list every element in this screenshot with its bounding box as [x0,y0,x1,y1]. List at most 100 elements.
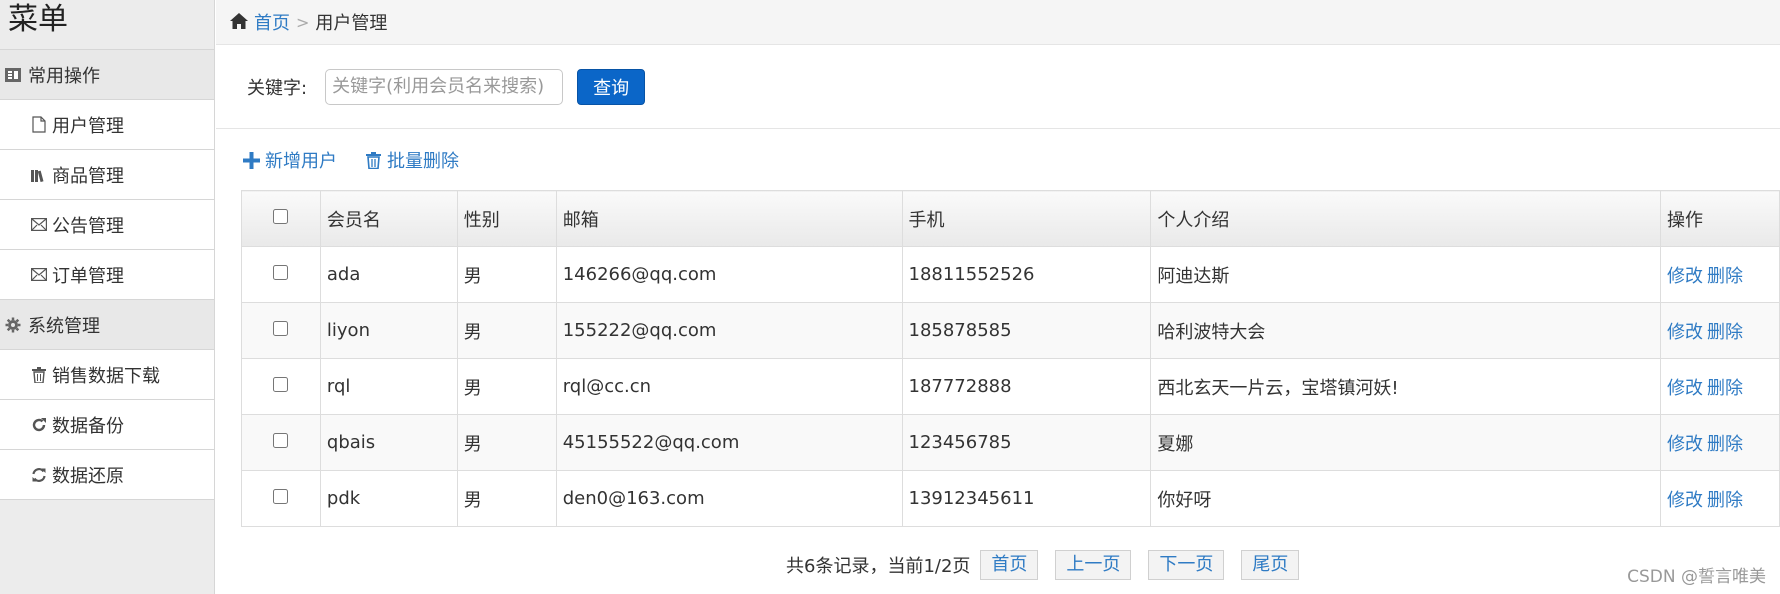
sidebar-group-system[interactable]: 系统管理 [0,300,214,350]
column-header-name: 会员名 [319,190,458,247]
sidebar-item-label: 销售数据下载 [52,365,160,387]
row-select-cell [241,414,321,471]
watermark: CSDN @誓言唯美 [1627,567,1766,587]
trash-icon [363,150,383,170]
envelope-icon [30,266,48,284]
sidebar-item-label: 订单管理 [52,265,124,287]
cell-actions: 修改 删除 [1660,246,1780,303]
sidebar-item-notices[interactable]: 公告管理 [0,200,214,250]
table-row: rql 男 rql@cc.cn 187772888 西北玄天一片云，宝塔镇河妖!… [241,358,1780,415]
delete-link[interactable]: 删除 [1707,266,1743,287]
cell-email: rql@cc.cn [555,358,903,415]
sidebar-item-users[interactable]: 用户管理 [0,100,214,150]
prev-page-button[interactable]: 上一页 [1055,550,1132,580]
plus-icon [241,150,261,170]
breadcrumb: 首页 > 用户管理 [216,0,1780,45]
cell-intro: 西北玄天一片云，宝塔镇河妖! [1150,358,1661,415]
delete-link[interactable]: 删除 [1707,378,1743,399]
column-header-gender: 性别 [456,190,557,247]
sidebar-group-label: 系统管理 [28,315,100,337]
cell-name: liyon [319,302,458,359]
table-row: ada 男 146266@qq.com 18811552526 阿迪达斯 修改删… [241,246,1780,303]
edit-link[interactable]: 修改 [1667,322,1703,343]
edit-link[interactable]: 修改 [1667,266,1703,287]
column-header-actions: 操作 [1660,190,1780,247]
cell-email: 45155522@qq.com [555,414,903,471]
edit-link[interactable]: 修改 [1667,378,1703,399]
cell-intro: 你好呀 [1150,470,1661,527]
cell-actions: 修改 删除 [1660,470,1780,527]
cell-email: den0@163.com [555,470,903,527]
row-select-cell [241,246,321,303]
cell-name: ada [319,246,458,303]
cell-name: rql [319,358,458,415]
sidebar-group-common[interactable]: 常用操作 [0,50,214,100]
search-button[interactable]: 查询 [577,68,646,105]
envelope-icon [30,216,48,234]
breadcrumb-home-link[interactable]: 首页 [254,9,290,35]
books-icon [30,166,48,184]
add-user-button[interactable]: 新增用户 [241,147,337,173]
row-checkbox[interactable] [273,321,289,336]
cell-phone: 187772888 [901,358,1152,415]
sidebar-item-backup[interactable]: 数据备份 [0,400,214,450]
search-bar: 关键字: 查询 [216,45,1780,129]
cell-gender: 男 [456,470,557,527]
row-checkbox[interactable] [273,265,289,280]
cell-name: qbais [319,414,458,471]
sync-icon [30,466,48,484]
sidebar-item-sales-download[interactable]: 销售数据下载 [0,350,214,400]
list-icon [4,66,22,84]
sidebar-item-label: 公告管理 [52,215,124,237]
home-icon [230,13,248,31]
cell-gender: 男 [456,358,557,415]
delete-link[interactable]: 删除 [1707,434,1743,455]
row-select-cell [241,302,321,359]
sidebar-item-orders[interactable]: 订单管理 [0,250,214,300]
table-header-row: 会员名 性别 邮箱 手机 个人介绍 操作 [241,190,1780,247]
breadcrumb-separator: > [296,12,310,32]
first-page-button[interactable]: 首页 [980,550,1039,580]
cell-actions: 修改 删除 [1660,302,1780,359]
row-checkbox[interactable] [273,489,289,504]
sidebar-item-label: 数据备份 [52,415,124,437]
toolbar: 新增用户 批量删除 [216,129,1780,191]
cell-actions: 修改 删除 [1660,358,1780,415]
cell-phone: 123456785 [901,414,1152,471]
cell-intro: 阿迪达斯 [1150,246,1661,303]
sidebar: 菜单 常用操作 用户管理 商品管理 公告管理 订单管理 系统管理 销售数据下载 … [0,0,215,594]
sidebar-item-restore[interactable]: 数据还原 [0,450,214,500]
next-page-button[interactable]: 下一页 [1148,550,1225,580]
last-page-button[interactable]: 尾页 [1241,550,1300,580]
cell-phone: 13912345611 [901,470,1152,527]
cell-actions: 修改 删除 [1660,414,1780,471]
cell-intro: 夏娜 [1150,414,1661,471]
table-row: liyon 男 155222@qq.com 185878585 哈利波特大会 修… [241,302,1780,359]
sidebar-item-products[interactable]: 商品管理 [0,150,214,200]
cell-gender: 男 [456,302,557,359]
add-user-label: 新增用户 [265,151,337,172]
edit-link[interactable]: 修改 [1667,490,1703,511]
row-checkbox[interactable] [273,433,289,448]
cell-email: 146266@qq.com [555,246,903,303]
search-input[interactable] [325,68,564,105]
sidebar-group-label: 常用操作 [28,65,100,87]
sidebar-item-label: 用户管理 [52,115,124,137]
cell-intro: 哈利波特大会 [1150,302,1661,359]
column-header-phone: 手机 [901,190,1152,247]
refresh-icon [30,416,48,434]
gear-icon [4,316,22,334]
main-content: 首页 > 用户管理 关键字: 查询 新增用户 批量删除 [216,0,1780,594]
delete-link[interactable]: 删除 [1707,322,1743,343]
sidebar-item-label: 商品管理 [52,165,124,187]
table-row: pdk 男 den0@163.com 13912345611 你好呀 修改 删除 [241,470,1780,527]
edit-link[interactable]: 修改 [1667,434,1703,455]
delete-link[interactable]: 删除 [1707,490,1743,511]
batch-delete-button[interactable]: 批量删除 [363,147,459,173]
users-table-wrap: 会员名 性别 邮箱 手机 个人介绍 操作 ada 男 146266@qq.com… [241,190,1780,527]
select-all-checkbox[interactable] [273,209,289,224]
cell-email: 155222@qq.com [555,302,903,359]
row-checkbox[interactable] [273,377,289,392]
cell-gender: 男 [456,414,557,471]
cell-phone: 185878585 [901,302,1152,359]
